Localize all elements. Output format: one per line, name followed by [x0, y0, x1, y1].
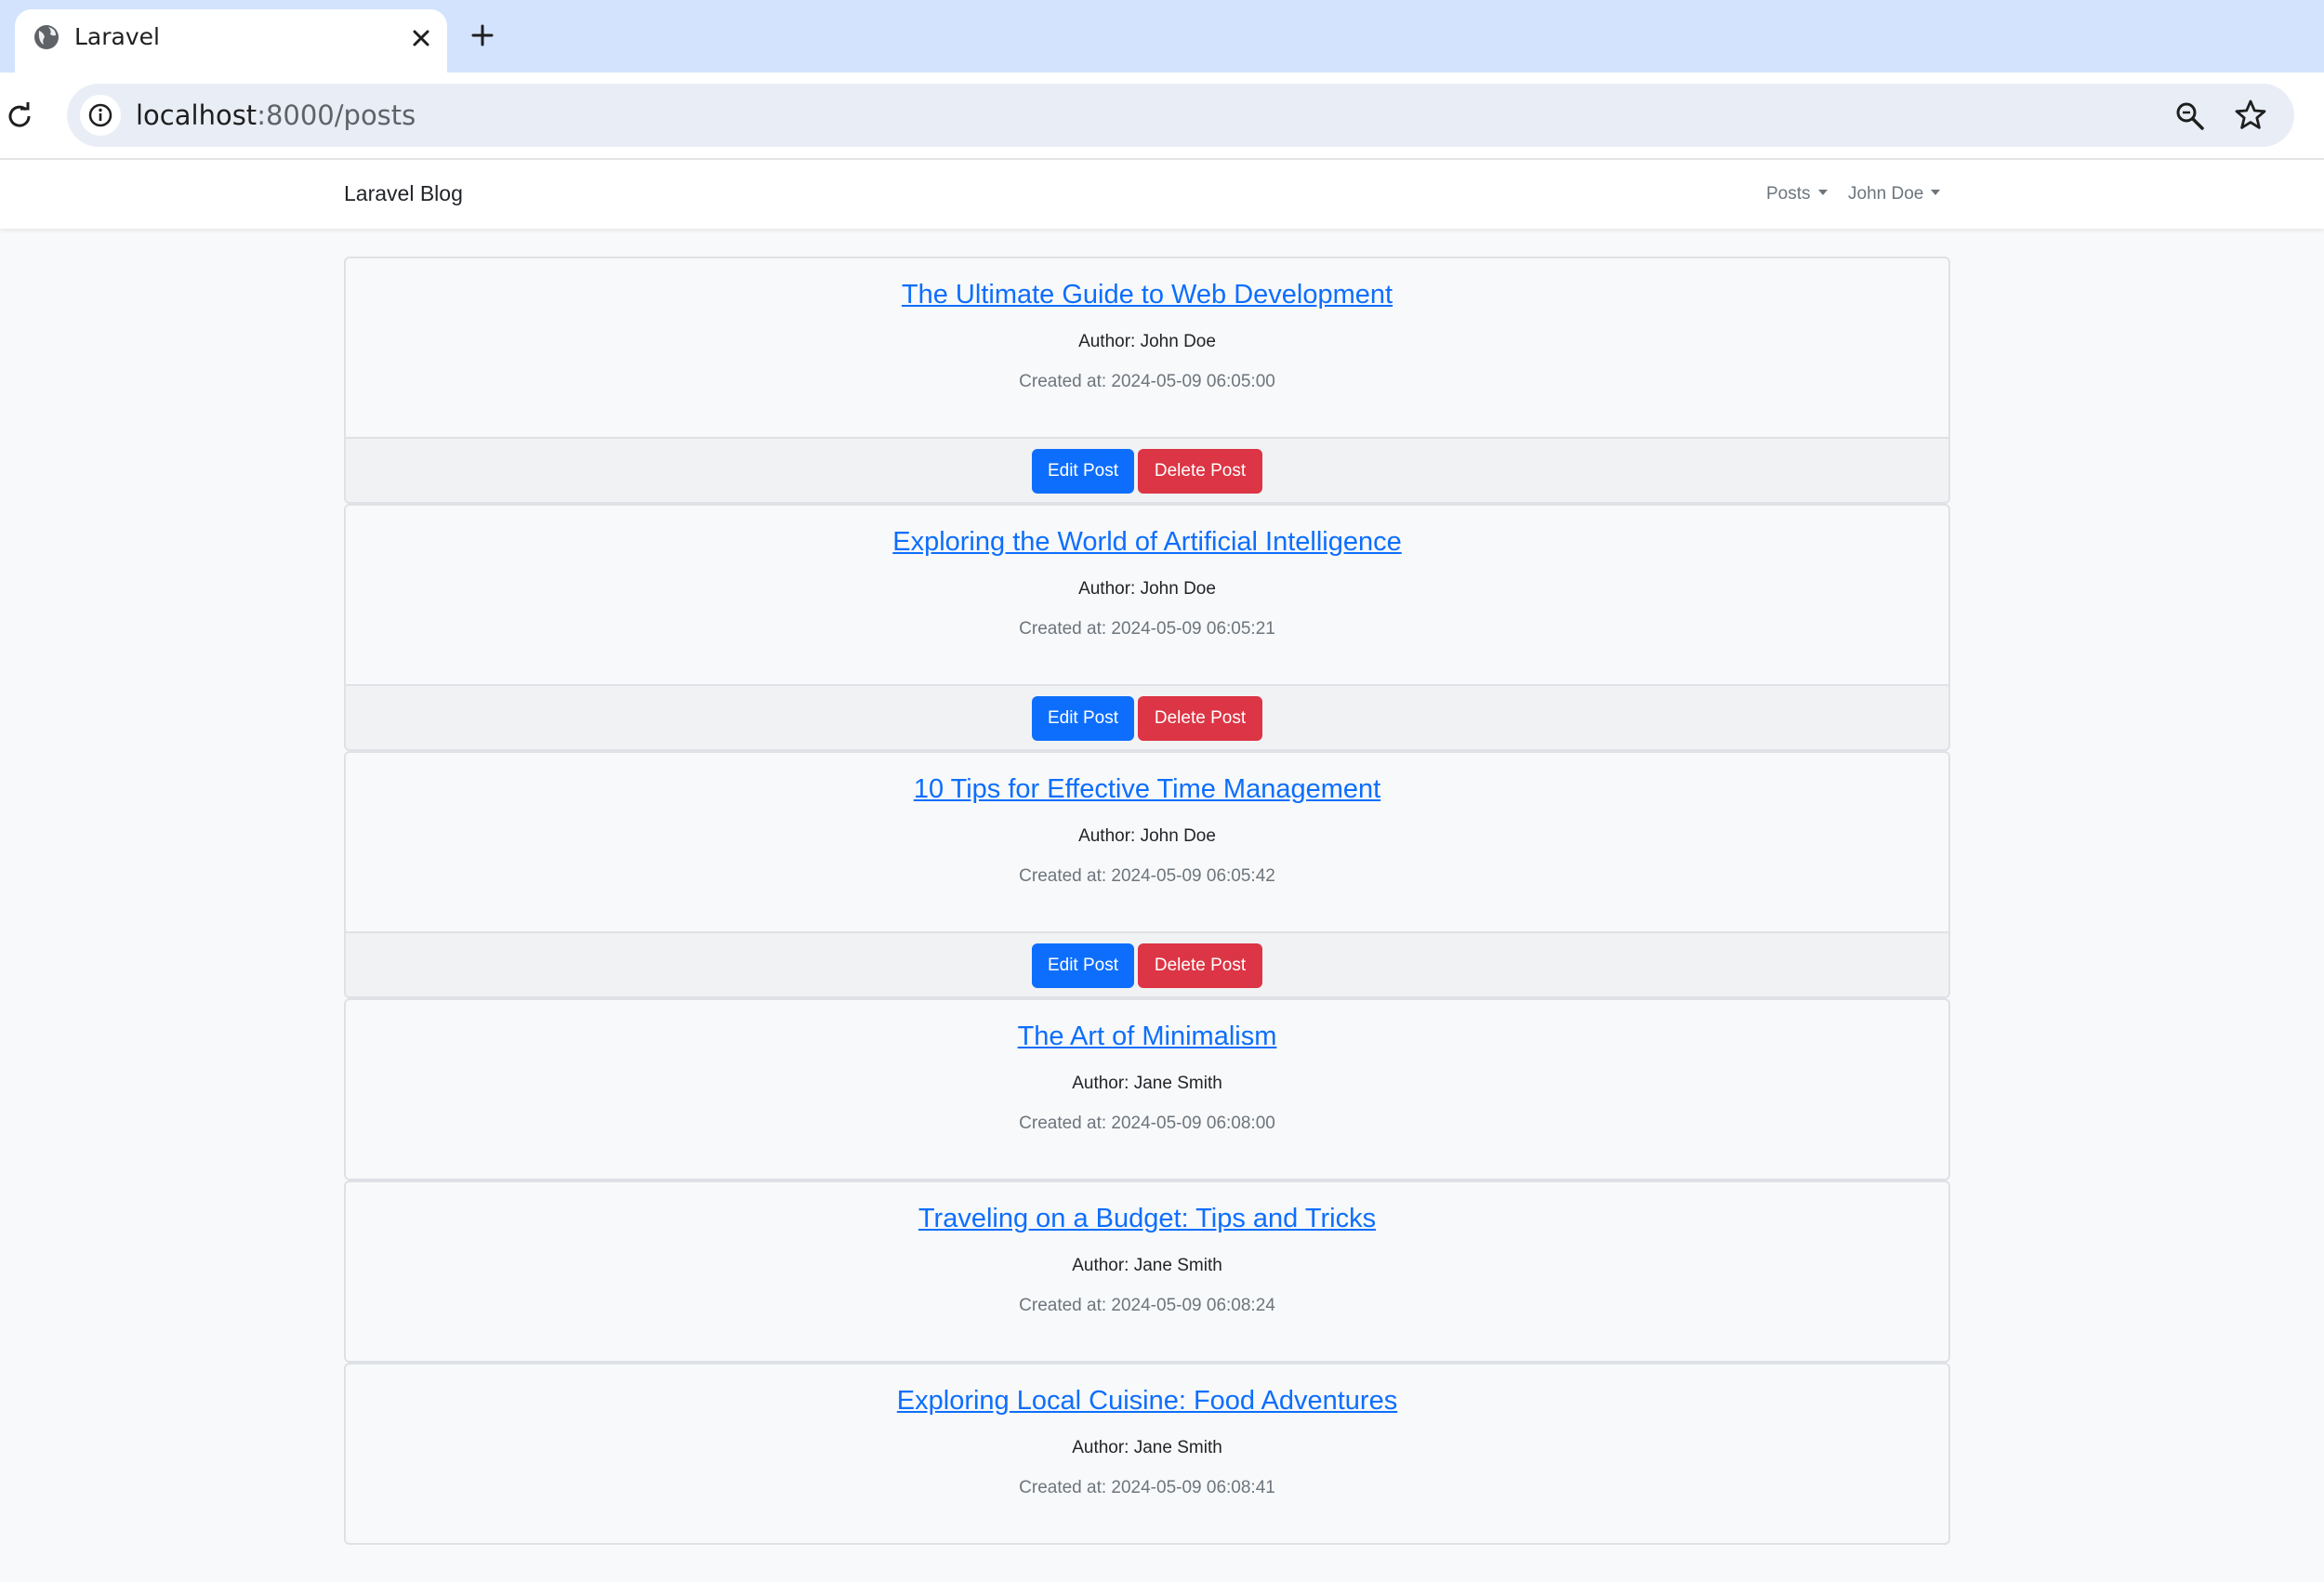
post-card-body: The Ultimate Guide to Web Development Au… — [346, 258, 1948, 437]
post-card: The Ultimate Guide to Web Development Au… — [344, 257, 1950, 504]
post-card-body: Traveling on a Budget: Tips and Tricks A… — [346, 1182, 1948, 1361]
caret-down-icon — [1931, 190, 1941, 195]
post-created-at: Created at: 2024-05-09 06:08:24 — [1019, 1296, 1275, 1315]
edit-post-button[interactable]: Edit Post — [1032, 696, 1134, 741]
url-text: localhost:8000/posts — [136, 96, 416, 135]
edit-post-button[interactable]: Edit Post — [1032, 943, 1134, 988]
post-card-footer: Edit Post Delete Post — [346, 931, 1948, 996]
site-info-icon[interactable] — [80, 95, 121, 136]
caret-down-icon — [1817, 190, 1828, 195]
post-created-at: Created at: 2024-05-09 06:05:21 — [1019, 619, 1275, 639]
close-tab-icon[interactable] — [406, 23, 436, 53]
posts-list: The Ultimate Guide to Web Development Au… — [344, 257, 1950, 1545]
post-title-link[interactable]: The Ultimate Guide to Web Development — [346, 276, 1948, 313]
url-path: :8000/posts — [257, 99, 416, 131]
globe-icon — [32, 22, 61, 52]
address-bar[interactable]: localhost:8000/posts — [67, 84, 2294, 147]
post-card-body: Exploring Local Cuisine: Food Adventures… — [346, 1364, 1948, 1543]
post-card-body: The Art of Minimalism Author: Jane Smith… — [346, 1000, 1948, 1179]
browser-toolbar: localhost:8000/posts — [0, 73, 2324, 160]
post-title-link[interactable]: Exploring the World of Artificial Intell… — [346, 523, 1948, 560]
navbar-brand[interactable]: Laravel Blog — [344, 178, 463, 209]
post-created-at: Created at: 2024-05-09 06:05:00 — [1019, 372, 1275, 391]
browser-tab-strip: Laravel — [0, 0, 2324, 73]
post-card-body: 10 Tips for Effective Time Management Au… — [346, 753, 1948, 931]
post-created-at: Created at: 2024-05-09 06:08:00 — [1019, 1114, 1275, 1133]
post-title-link[interactable]: 10 Tips for Effective Time Management — [346, 771, 1948, 808]
bookmark-star-icon[interactable] — [2233, 98, 2268, 133]
post-author: Author: John Doe — [1078, 579, 1216, 599]
user-dropdown-label: John Doe — [1848, 184, 1924, 204]
post-author: Author: Jane Smith — [1072, 1256, 1222, 1275]
post-card: Traveling on a Budget: Tips and Tricks A… — [344, 1180, 1950, 1363]
delete-post-button[interactable]: Delete Post — [1138, 449, 1262, 494]
post-card-body: Exploring the World of Artificial Intell… — [346, 506, 1948, 684]
posts-dropdown-label: Posts — [1766, 184, 1811, 204]
post-card: Exploring the World of Artificial Intell… — [344, 504, 1950, 751]
zoom-icon[interactable] — [2173, 99, 2207, 133]
post-author: Author: John Doe — [1078, 332, 1216, 351]
tab-title: Laravel — [74, 23, 160, 50]
posts-dropdown[interactable]: Posts — [1766, 180, 1828, 208]
post-author: Author: John Doe — [1078, 826, 1216, 846]
edit-post-button[interactable]: Edit Post — [1032, 449, 1134, 494]
post-card: Exploring Local Cuisine: Food Adventures… — [344, 1363, 1950, 1545]
post-card-footer: Edit Post Delete Post — [346, 684, 1948, 749]
reload-icon[interactable] — [4, 100, 35, 132]
delete-post-button[interactable]: Delete Post — [1138, 943, 1262, 988]
post-title-link[interactable]: Exploring Local Cuisine: Food Adventures — [346, 1382, 1948, 1419]
post-author: Author: Jane Smith — [1072, 1438, 1222, 1457]
browser-tab[interactable]: Laravel — [15, 9, 447, 73]
post-title-link[interactable]: The Art of Minimalism — [346, 1018, 1948, 1055]
delete-post-button[interactable]: Delete Post — [1138, 696, 1262, 741]
post-created-at: Created at: 2024-05-09 06:08:41 — [1019, 1478, 1275, 1497]
app-navbar: Laravel Blog Posts John Doe — [0, 160, 2324, 229]
post-card-footer: Edit Post Delete Post — [346, 437, 1948, 502]
new-tab-icon[interactable] — [468, 20, 497, 50]
user-dropdown[interactable]: John Doe — [1848, 180, 1941, 208]
url-host: localhost — [136, 99, 257, 131]
post-author: Author: Jane Smith — [1072, 1074, 1222, 1093]
post-created-at: Created at: 2024-05-09 06:05:42 — [1019, 866, 1275, 886]
post-card: The Art of Minimalism Author: Jane Smith… — [344, 998, 1950, 1180]
post-title-link[interactable]: Traveling on a Budget: Tips and Tricks — [346, 1200, 1948, 1237]
post-card: 10 Tips for Effective Time Management Au… — [344, 751, 1950, 998]
